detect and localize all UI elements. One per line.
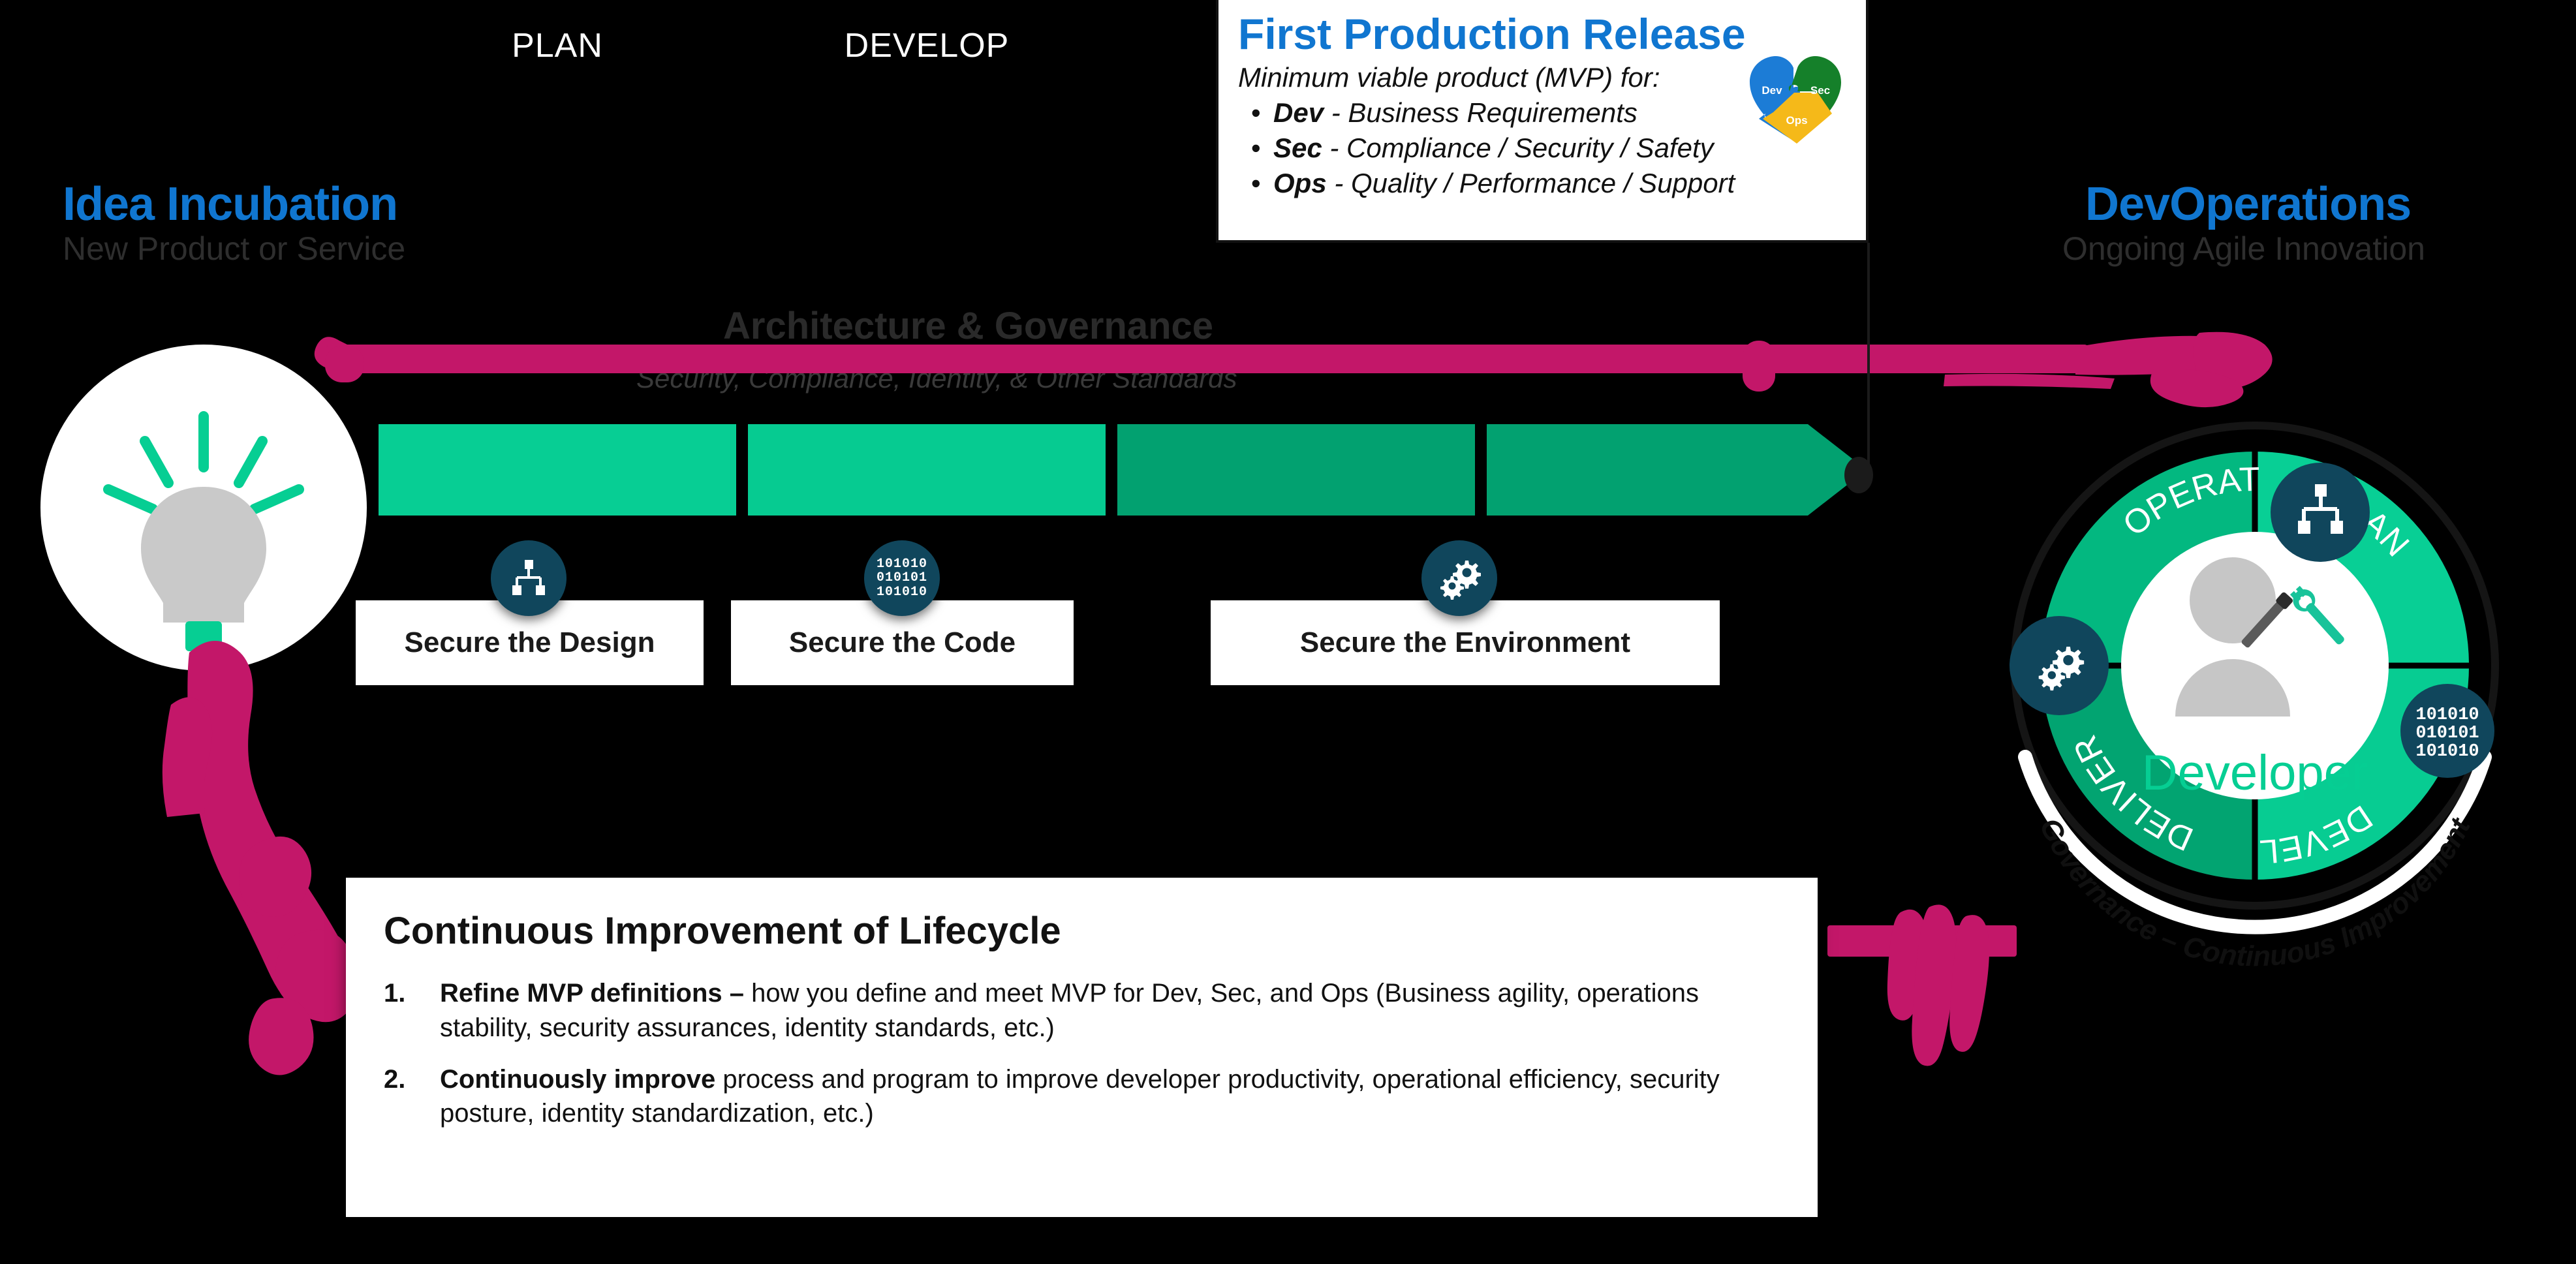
continuous-improvement-panel: Continuous Improvement of Lifecycle 1. R…: [346, 878, 1818, 1217]
devsecops-heart-puzzle-icon: Dev Sec Ops: [1750, 56, 1841, 144]
stage-label-develop[interactable]: DEVELOP: [748, 0, 1106, 91]
lifecycle-stage-band: [379, 424, 1867, 516]
panel-list-item: 1. Refine MVP definitions – how you defi…: [384, 976, 1780, 1045]
secure-the-environment-label: Secure the Environment: [1299, 626, 1631, 658]
secure-the-design-label: Secure the Design: [404, 626, 655, 658]
stage-label-plan[interactable]: PLAN: [379, 0, 736, 91]
wheel-node-binary: 101010 010101 101010: [2400, 684, 2494, 778]
slide-canvas: Idea Incubation New Product or Service D…: [0, 0, 2576, 1264]
callout-item-term: Dev: [1273, 97, 1324, 129]
wheel-node-hierarchy: [2271, 463, 2370, 562]
idea-incubation-subtitle: New Product or Service: [63, 230, 406, 267]
panel-item-number: 2.: [384, 1064, 406, 1094]
first-production-release-callout: First Production Release Minimum viable …: [1216, 0, 1869, 243]
puzzle-sec-label: Sec: [1810, 84, 1830, 97]
bullet-glyph: •: [1250, 97, 1261, 129]
hierarchy-icon: [491, 540, 566, 616]
callout-leader-line: [1867, 243, 1870, 472]
bullet-glyph: •: [1250, 132, 1261, 164]
lightbulb-icon: [103, 411, 304, 651]
devoperations-title: DevOperations: [2085, 178, 2412, 230]
devoperations-subtitle: Ongoing Agile Innovation: [2062, 230, 2425, 267]
idea-incubation-title: Idea Incubation: [63, 178, 398, 230]
wheel-node-gears: [2010, 616, 2109, 715]
callout-item-term: Sec: [1273, 132, 1322, 164]
bullet-glyph: •: [1250, 168, 1261, 199]
panel-item-number: 1.: [384, 979, 406, 1008]
svg-text:101010: 101010: [2415, 742, 2479, 762]
wheel-center-label: Developer: [2142, 745, 2368, 801]
binary-code-icon: 101010 010101 101010: [864, 540, 940, 616]
puzzle-ops-label: Ops: [1786, 114, 1807, 127]
svg-text:101010: 101010: [2415, 705, 2479, 725]
panel-list-item: 2. Continuously improve process and prog…: [384, 1062, 1780, 1132]
secure-the-code-label: Secure the Code: [788, 626, 1016, 658]
callout-item-desc: - Business Requirements: [1324, 97, 1637, 129]
callout-item-desc: - Quality / Performance / Support: [1326, 168, 1735, 199]
callout-title: First Production Release: [1238, 10, 1746, 58]
callout-anchor-dot: [1844, 457, 1873, 493]
devoperations-wheel: Governance – Continuous Improvement PLAN…: [1929, 339, 2499, 972]
gears-icon: [1421, 540, 1497, 616]
panel-item-bold: Refine MVP definitions –: [440, 979, 744, 1008]
panel-title: Continuous Improvement of Lifecycle: [384, 910, 1061, 952]
svg-text:010101: 010101: [2415, 724, 2479, 743]
callout-item: • Ops - Quality / Performance / Support: [1238, 168, 1846, 199]
puzzle-dev-label: Dev: [1761, 84, 1782, 97]
panel-item-bold: Continuously improve: [440, 1064, 716, 1094]
callout-item-desc: - Compliance / Security / Safety: [1322, 132, 1714, 164]
callout-item-term: Ops: [1273, 168, 1327, 199]
